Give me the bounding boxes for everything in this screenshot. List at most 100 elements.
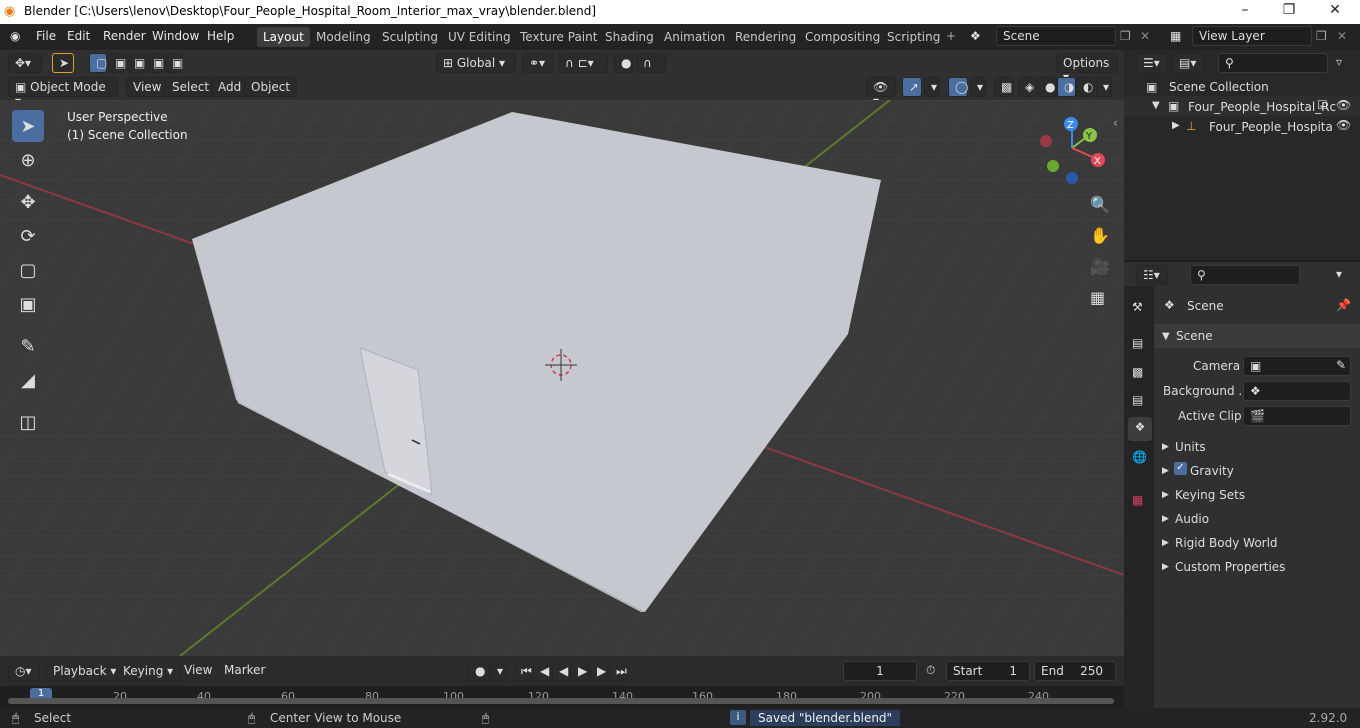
gizmo-neg-x-handle[interactable] — [1040, 135, 1052, 147]
camera-view-icon[interactable]: 🎥 — [1090, 257, 1110, 276]
tab-layout[interactable]: Layout — [257, 27, 310, 47]
tab-view-layer-icon[interactable]: ▤ — [1132, 393, 1143, 407]
menu-select[interactable]: Select — [165, 77, 217, 97]
3d-viewport[interactable]: Z Y X User Perspective (1) Scene Collect… — [0, 100, 1124, 656]
active-clip-field[interactable]: 🎬 — [1243, 406, 1351, 426]
minimize-button[interactable]: – — [1222, 2, 1268, 18]
blender-menu-icon[interactable]: ◉ — [10, 29, 20, 43]
overlays-toggle-icon[interactable]: ◯ — [948, 77, 968, 97]
tab-animation[interactable]: Animation — [658, 27, 731, 47]
view-layer-copy-icon[interactable]: ❐ — [1316, 29, 1327, 43]
pin-icon[interactable]: 📌 — [1336, 298, 1351, 312]
timeline-menu-marker[interactable]: Marker — [218, 661, 271, 681]
tool-annotate[interactable]: ✎ — [12, 330, 44, 362]
gizmo-neg-z-handle[interactable] — [1066, 172, 1078, 184]
gizmo-dropdown-icon[interactable]: ▾ — [924, 77, 940, 97]
select-mode-intersect-icon[interactable]: ▣ — [165, 53, 183, 73]
select-mode-subtract-icon[interactable]: ▣ — [127, 53, 145, 73]
outliner-editor-type-icon[interactable]: ☰▾ — [1136, 53, 1168, 73]
expand-arrow-icon[interactable]: ▼ — [1152, 100, 1160, 111]
shading-material-icon[interactable]: ◑ — [1057, 77, 1076, 97]
timeline-editor-type-icon[interactable]: ◷▾ — [8, 661, 40, 681]
expand-arrow-icon[interactable]: ▶ — [1172, 120, 1180, 131]
gizmo-toggle-icon[interactable]: ➚ — [902, 77, 922, 97]
auto-key-dropdown-icon[interactable]: ▾ — [490, 661, 506, 681]
maximize-button[interactable]: ❐ — [1266, 2, 1312, 18]
options-dropdown[interactable]: Options ▾ — [1056, 53, 1118, 84]
tool-move[interactable]: ✥ — [12, 186, 44, 218]
menu-object[interactable]: Object — [244, 77, 298, 97]
menu-render[interactable]: Render — [103, 29, 146, 43]
tab-uv-editing[interactable]: UV Editing — [442, 27, 517, 47]
tool-cursor[interactable]: ⊕ — [12, 144, 44, 176]
outliner-filter-icon[interactable]: ▿ — [1336, 55, 1342, 69]
tab-texture-paint[interactable]: Texture Paint — [514, 27, 603, 47]
overlays-dropdown-icon[interactable]: ▾ — [970, 77, 986, 97]
prev-keyframe-icon[interactable]: ◀ — [533, 661, 551, 681]
tab-shading[interactable]: Shading — [599, 27, 660, 47]
section-rigid-body-world[interactable]: ▶ Rigid Body World — [1156, 534, 1356, 554]
timeline-scrollbar[interactable] — [8, 698, 1114, 704]
proportional-editing-icon[interactable]: ● — [614, 53, 634, 73]
properties-editor-type-icon[interactable]: ☷▾ — [1136, 265, 1168, 285]
section-units[interactable]: ▶ Units — [1156, 438, 1356, 458]
play-reverse-icon[interactable]: ◀ — [552, 661, 570, 681]
panel-collapse-icon[interactable]: ▼ — [1162, 331, 1170, 342]
jump-end-icon[interactable]: ⏭ — [609, 661, 627, 681]
menu-view[interactable]: View — [126, 77, 169, 97]
select-mode-extend-icon[interactable]: ▣ — [108, 53, 126, 73]
tool-rotate[interactable]: ⟳ — [12, 220, 44, 252]
ortho-grid-icon[interactable]: ▦ — [1090, 288, 1105, 307]
keying-dropdown[interactable]: Keying ▾ — [116, 661, 181, 681]
playback-dropdown[interactable]: Playback ▾ — [46, 661, 124, 681]
current-frame-field[interactable]: 1 — [843, 661, 917, 681]
close-button[interactable]: ✕ — [1312, 2, 1358, 18]
tool-scale[interactable]: ▢ — [12, 254, 44, 286]
properties-search-input[interactable]: ⚲ — [1190, 265, 1300, 285]
view-layer-selector[interactable]: View Layer — [1192, 26, 1312, 46]
object-eye-icon[interactable]: 👁 — [1336, 118, 1351, 132]
sidebar-toggle-icon[interactable]: ‹ — [1113, 116, 1118, 130]
properties-options-icon[interactable]: ▾ — [1336, 267, 1342, 281]
mode-dropdown[interactable]: ▣ Object Mode ▾ — [8, 77, 118, 108]
tool-measure[interactable]: ◢ — [12, 364, 44, 396]
tab-render-icon[interactable]: ▤ — [1132, 336, 1143, 350]
outliner-search-input[interactable]: ⚲ — [1218, 53, 1328, 73]
menu-file[interactable]: File — [36, 29, 56, 43]
editor-type-icon[interactable]: ✥▾ — [8, 53, 42, 73]
tab-rendering[interactable]: Rendering — [729, 27, 802, 47]
select-mode-new-icon[interactable]: ▢ — [89, 53, 107, 73]
tool-add-cube[interactable]: ◫ — [12, 406, 44, 438]
scene-close-icon[interactable]: ✕ — [1140, 29, 1150, 43]
section-gravity[interactable]: ▶ ✓ Gravity — [1156, 462, 1356, 482]
scene-selector[interactable]: Scene — [996, 26, 1116, 46]
gravity-checkbox-icon[interactable]: ✓ — [1174, 462, 1187, 475]
next-keyframe-icon[interactable]: ▶ — [590, 661, 608, 681]
auto-key-icon[interactable]: ● — [468, 661, 490, 681]
transform-orientation-dropdown[interactable]: ⊞ Global ▾ — [436, 53, 516, 73]
collection-eye-icon[interactable]: 👁 — [1336, 98, 1351, 112]
collection-checkbox-icon[interactable]: ☑ — [1317, 98, 1328, 112]
xray-toggle-icon[interactable]: ▩ — [994, 77, 1014, 97]
menu-help[interactable]: Help — [207, 29, 234, 43]
menu-add[interactable]: Add — [211, 77, 249, 97]
timeline-menu-view[interactable]: View — [178, 661, 218, 681]
tab-output-icon[interactable]: ▩ — [1132, 365, 1143, 379]
background-field[interactable]: ❖ — [1243, 381, 1351, 401]
add-workspace-icon[interactable]: + — [946, 29, 956, 43]
section-audio[interactable]: ▶ Audio — [1156, 510, 1356, 530]
tab-tool-icon[interactable]: ⚒ — [1132, 300, 1143, 314]
tab-scene-icon[interactable]: ❖ — [1128, 417, 1152, 441]
select-mode-invert-icon[interactable]: ▣ — [146, 53, 164, 73]
tab-scripting[interactable]: Scripting — [881, 27, 946, 47]
tool-select-box[interactable]: ➤ — [12, 110, 44, 142]
outliner-object[interactable]: Four_People_Hospita — [1209, 120, 1333, 134]
shading-rendered-icon[interactable]: ◐ — [1076, 77, 1095, 97]
tab-modeling[interactable]: Modeling — [310, 27, 377, 47]
eyedropper-icon[interactable]: ✎ — [1336, 358, 1346, 372]
snap-toggle-icon[interactable]: ∩ ⊏▾ — [558, 53, 608, 73]
gizmo-neg-y-handle[interactable] — [1047, 160, 1059, 172]
tab-compositing[interactable]: Compositing — [799, 27, 886, 47]
view-layer-close-icon[interactable]: ✕ — [1337, 29, 1347, 43]
tool-transform[interactable]: ▣ — [12, 288, 44, 320]
